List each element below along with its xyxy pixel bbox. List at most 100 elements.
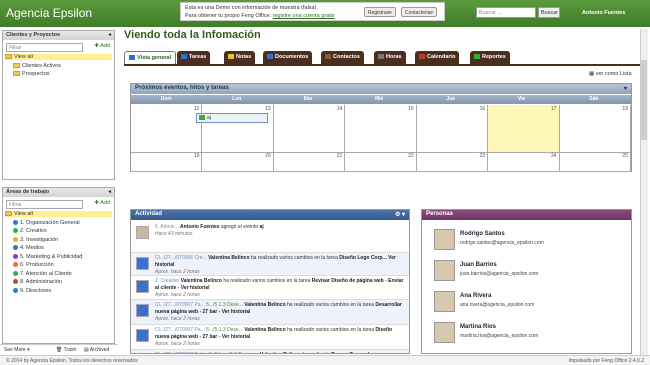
tree-item-area[interactable]: 2. Creativo [13,228,47,234]
person-name[interactable]: Juan Barrios [460,262,497,268]
area-color-icon [13,228,18,234]
person-email[interactable]: martina.rios@agencia_epsilon.com [460,333,538,339]
activity-workspace-tag-2[interactable]: 5. Adm.../5.3 Provee... [209,352,258,353]
view-history-link[interactable]: Ver historial [222,334,251,340]
day-number: 12 [193,106,200,112]
register-free-link[interactable]: registre una cuenta gratis [273,13,335,19]
calendar-day-cell[interactable]: 23 [416,152,489,172]
day-number: 14 [336,106,343,112]
activity-object-link[interactable]: Diseño Logo Corp... [339,255,387,261]
activity-object-link[interactable]: aj [260,224,264,230]
activity-workspace-tag[interactable]: 2. Creativo [155,278,179,284]
tree-item-area[interactable]: 9. Directores [13,288,51,294]
activity-user[interactable]: Valentina Belinco [244,327,285,333]
person-row[interactable]: Juan Barrios juan.barrios@agencia_epsilon… [422,256,631,286]
activity-row: Cl.../27.../070007 Pa... 5.../5.1.3 Dese… [131,300,409,325]
person-name[interactable]: Ana Rivera [460,293,491,299]
clients-filter-input[interactable]: Filtrar [6,43,83,52]
tab-6[interactable]: Calendario [415,51,460,64]
calendar-day-cell[interactable]: 25 [559,152,631,172]
activity-workspace-tag[interactable]: Cl.../27.../070007 Pa... [155,302,205,308]
tree-item-area[interactable]: 7. Atención al Cliente [13,271,72,277]
calendar-day-cell[interactable]: 17 [488,105,560,153]
activity-workspace-tag-2[interactable]: 5.../5.1.3 Dese... [206,327,243,333]
calendar-day-cell[interactable]: 19 [131,152,203,172]
activity-user[interactable]: Valentina Belinco [208,255,249,261]
tab-7[interactable]: Reportes [470,51,510,64]
calendar-day-cell[interactable]: 21 [273,152,346,172]
activity-user[interactable]: Antonio Fuentes [180,224,219,230]
tree-item-area[interactable]: 8. Administración [13,279,62,285]
tree-item-label: Prospectos [22,71,50,77]
view-history-link[interactable]: Ver historial [181,285,210,291]
app-logo[interactable]: Agencia Epsilon [6,6,92,20]
tree-item-area[interactable]: 4. Medios [13,245,44,251]
tab-0[interactable]: Vista general [124,51,177,64]
person-row[interactable]: Martina Rios martina.rios@agencia_epsilon… [422,318,631,348]
person-row[interactable]: Antonio Fuentes [422,349,631,353]
activity-user[interactable]: Valentina Belinco [260,352,301,353]
person-email[interactable]: rodrigo.santos@agencia_epsilon.com [460,240,544,246]
activity-workspace-tag[interactable]: 5. Admin... [155,224,179,230]
person-email[interactable]: ana.rivera@agencia_epsilon.com [460,302,534,308]
view-history-link[interactable]: Ver historial [222,309,251,315]
see-more-button[interactable]: See More ▾ [4,347,30,353]
footer-powered-by[interactable]: Impulsado por Feng Office 2.4.0.2 [568,358,644,364]
clients-add-button[interactable]: ✚ Add [94,43,110,49]
scrollbar-thumb[interactable] [641,60,647,140]
search-input[interactable]: Buscar ... [476,7,536,18]
calendar-day-cell[interactable]: 24 [488,152,560,172]
avatar [136,304,149,317]
activity-workspace-tag[interactable]: Cl.../27.../070007 Pub... [155,352,208,353]
activity-text: Cl.../27.../070007 Pa... 5.../5.1.3 Dese… [155,327,405,348]
tab-5[interactable]: Horas [374,51,406,64]
tab-2[interactable]: Notas [224,51,256,64]
collapse-icon[interactable]: ◂ [108,189,111,195]
calendar-day-cell[interactable]: 12 [131,105,203,153]
archived-button[interactable]: ▤ Archived [84,347,109,353]
tab-1[interactable]: Tareas [177,51,211,64]
tree-item-clientes-activos[interactable]: Clientes Activos [13,63,61,69]
calendar-day-cell[interactable]: 16 [416,105,489,153]
collapse-icon[interactable]: ◂ [108,32,111,38]
calendar-event[interactable]: aj [196,113,268,123]
activity-workspace-tag-2[interactable]: 5.../5.1.3 Dese... [206,302,243,308]
search-button[interactable]: Buscar [538,7,560,18]
tab-icon [228,54,234,60]
person-row[interactable]: Rodrigo Santos rodrigo.santos@agencia_eps… [422,225,631,255]
areas-add-button[interactable]: ✚ Add [94,200,110,206]
register-button[interactable]: Registrase [364,7,396,17]
calendar-day-cell[interactable]: 22 [345,152,417,172]
view-as-list-label: ver como Lista [595,71,632,77]
settings-icon[interactable]: ⚙ ▾ [395,211,405,218]
tab-4[interactable]: Contactos [321,51,364,64]
tree-item-view-all[interactable]: View all [5,54,112,60]
activity-user[interactable]: Valentina Belinco [181,278,222,284]
activity-workspace-tag[interactable]: Cl.../27.../070007 Pa... [155,327,205,333]
collapse-icon[interactable]: ▾ [624,85,627,92]
tree-item-label: 5. Marketing & Publicidad [20,253,83,260]
calendar-day-cell[interactable]: 18 [559,105,631,153]
tree-item-prospectos[interactable]: Prospectos [13,71,50,77]
calendar-day-cell[interactable]: 20 [202,152,274,172]
tree-item-area[interactable]: 1. Organización General [13,220,80,226]
person-name[interactable]: Martina Rios [460,324,496,330]
calendar-day-cell[interactable]: 14 [273,105,346,153]
view-as-list-link[interactable]: ▦ ver como Lista [589,71,632,77]
tree-item-area[interactable]: 3. Investigación [13,237,58,243]
person-email[interactable]: juan.barrios@agencia_epsilon.com [460,271,538,277]
person-row[interactable]: Ana Rivera ana.rivera@agencia_epsilon.com [422,287,631,317]
person-name[interactable]: Rodrigo Santos [460,231,505,237]
archived-label: Archived [89,347,110,353]
activity-workspace-tag[interactable]: Cl.../27.../070006 Cre... [155,255,207,261]
tree-item-area[interactable]: View all [5,211,112,217]
tree-item-area[interactable]: 6. Producción [13,262,54,268]
tree-item-area[interactable]: 5. Marketing & Publicidad [13,254,82,260]
calendar-day-cell[interactable]: 15 [345,105,417,153]
tab-3[interactable]: Documentos [263,51,313,64]
activity-user[interactable]: Valentina Belinco [244,302,285,308]
areas-filter-input[interactable]: Filtrar [6,200,83,209]
user-menu[interactable]: Antonio Fuentes [582,10,625,16]
contact-button[interactable]: Contactense [401,7,438,17]
trash-button[interactable]: 🗑 Trash [56,347,76,353]
